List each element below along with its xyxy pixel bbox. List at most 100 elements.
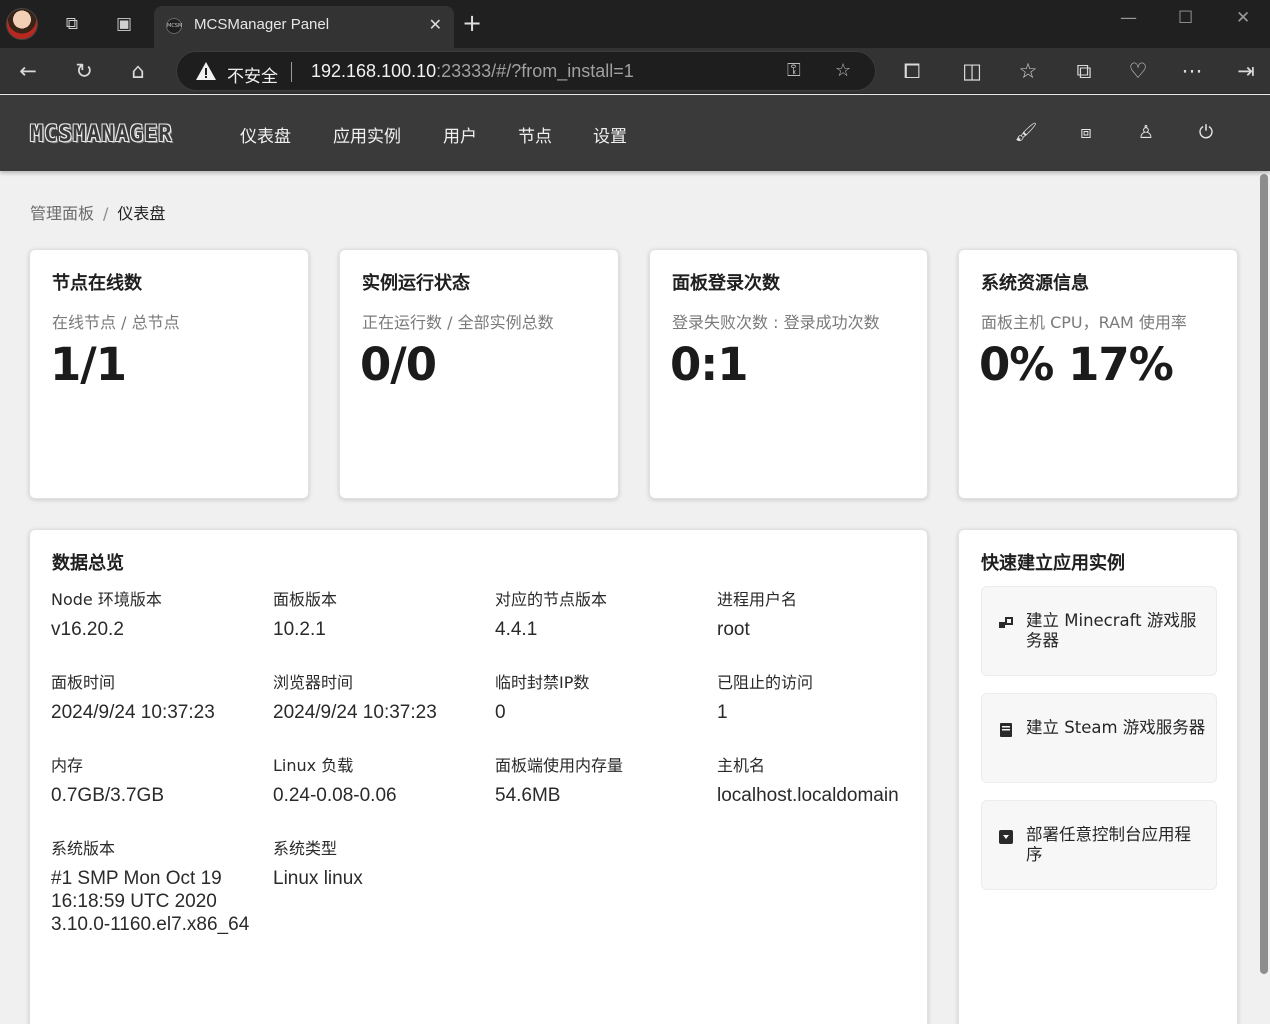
- app-header: MCSMANAGER 仪表盘 应用实例 用户 节点 设置 🖌︎ ⧈ ♙ ⏻: [0, 95, 1270, 171]
- stat-title: 面板登录次数: [672, 273, 780, 294]
- favorite-star-icon[interactable]: ☆: [835, 60, 851, 81]
- info-label: Node 环境版本: [51, 590, 162, 609]
- quick-button-label: 建立 Steam 游戏服务器: [1026, 718, 1206, 737]
- url-path: :23333/#/?from_install=1: [436, 61, 634, 81]
- breadcrumb-separator: /: [103, 204, 109, 223]
- stat-subtitle: 在线节点 / 总节点: [52, 313, 180, 332]
- minecraft-blocks-icon: [999, 617, 1013, 628]
- info-value: 2024/9/24 10:37:23: [51, 702, 215, 723]
- address-bar[interactable]: 不安全 192.168.100.10:23333/#/?from_install…: [176, 51, 876, 91]
- url-host: 192.168.100.10: [311, 61, 437, 81]
- nav-nodes[interactable]: 节点: [518, 122, 552, 147]
- workspaces-icon[interactable]: ⧉: [60, 12, 84, 36]
- nav-settings[interactable]: 设置: [593, 122, 627, 147]
- info-label: 已阻止的访问: [717, 673, 814, 692]
- info-label: 对应的节点版本: [495, 590, 608, 609]
- stat-subtitle: 正在运行数 / 全部实例总数: [362, 313, 554, 332]
- info-value: 0: [495, 702, 506, 723]
- new-tab-icon[interactable]: +: [462, 10, 482, 36]
- home-icon[interactable]: ⌂: [124, 57, 152, 85]
- stat-card-nodes: 节点在线数 在线节点 / 总节点 1/1: [29, 249, 309, 499]
- extensions-icon[interactable]: ⧠: [898, 57, 926, 85]
- stat-title: 实例运行状态: [362, 273, 470, 294]
- back-icon[interactable]: ←: [14, 57, 42, 85]
- info-label: 内存: [51, 756, 84, 775]
- stat-card-instances: 实例运行状态 正在运行数 / 全部实例总数 0/0: [339, 249, 619, 499]
- info-label: 系统版本: [51, 839, 116, 858]
- stat-value: 1/1: [50, 338, 127, 391]
- info-label: 临时封禁IP数: [495, 673, 590, 692]
- nav-users[interactable]: 用户: [443, 122, 477, 147]
- nav-dashboard[interactable]: 仪表盘: [240, 122, 291, 147]
- stat-value: 0/0: [360, 338, 437, 391]
- browser-essentials-icon[interactable]: ♡: [1124, 57, 1152, 85]
- info-value: Linux linux: [273, 868, 363, 889]
- address-divider: [291, 62, 292, 82]
- maximize-icon[interactable]: ☐: [1178, 8, 1193, 28]
- window-close-icon[interactable]: ✕: [1236, 8, 1250, 28]
- security-label[interactable]: 不安全: [227, 62, 278, 87]
- breadcrumb-root[interactable]: 管理面板: [30, 204, 94, 223]
- browser-tab-strip: ⧉ ▣ MCSM MCSManager Panel ✕ + — ☐ ✕: [0, 0, 1270, 48]
- overview-title: 数据总览: [52, 553, 124, 574]
- stat-card-resources: 系统资源信息 面板主机 CPU，RAM 使用率 0% 17%: [958, 249, 1238, 499]
- favorites-icon[interactable]: ☆: [1014, 57, 1042, 85]
- split-screen-icon[interactable]: ◫: [958, 57, 986, 85]
- tab-actions-icon[interactable]: ▣: [112, 12, 136, 36]
- minimize-icon[interactable]: —: [1120, 8, 1137, 28]
- stat-value: 0% 17%: [979, 338, 1174, 391]
- tab-title: MCSManager Panel: [194, 16, 330, 33]
- browser-toolbar: ← ↻ ⌂ 不安全 192.168.100.10:23333/#/?from_i…: [0, 48, 1270, 94]
- stat-title: 系统资源信息: [981, 273, 1089, 294]
- info-label: 面板版本: [273, 590, 338, 609]
- info-label: 面板时间: [51, 673, 116, 692]
- info-value: 1: [717, 702, 728, 723]
- page-scrollbar[interactable]: [1260, 174, 1268, 974]
- deploy-box-icon: [999, 830, 1013, 844]
- mcsmanager-logo[interactable]: MCSMANAGER: [30, 122, 172, 147]
- password-key-icon[interactable]: ⚿: [787, 60, 801, 81]
- stat-subtitle: 登录失败次数 : 登录成功次数: [672, 313, 880, 332]
- info-label: 主机名: [717, 756, 766, 775]
- layout-icon[interactable]: ⧈: [1074, 121, 1098, 145]
- stat-card-logins: 面板登录次数 登录失败次数 : 登录成功次数 0:1: [649, 249, 928, 499]
- quick-create-title: 快速建立应用实例: [981, 553, 1125, 574]
- profile-avatar[interactable]: [6, 8, 38, 40]
- stat-title: 节点在线数: [52, 273, 142, 294]
- server-icon: [1000, 723, 1012, 737]
- breadcrumb: 管理面板 / 仪表盘: [30, 200, 165, 224]
- info-value: 0.24-0.08-0.06: [273, 785, 397, 806]
- create-steam-button[interactable]: 建立 Steam 游戏服务器: [981, 693, 1217, 783]
- theme-brush-icon[interactable]: 🖌︎: [1014, 121, 1038, 145]
- breadcrumb-current: 仪表盘: [117, 204, 166, 223]
- more-menu-icon[interactable]: ⋯: [1178, 57, 1206, 85]
- info-value: #1 SMP Mon Oct 19 16:18:59 UTC 2020 3.10…: [51, 868, 250, 935]
- info-value: 54.6MB: [495, 785, 561, 806]
- logout-icon[interactable]: ⏻: [1194, 121, 1218, 145]
- info-value: 4.4.1: [495, 619, 538, 640]
- info-label: 系统类型: [273, 839, 338, 858]
- info-value: root: [717, 619, 750, 640]
- url-text[interactable]: 192.168.100.10:23333/#/?from_install=1: [311, 61, 634, 82]
- info-value: 10.2.1: [273, 619, 326, 640]
- info-label: Linux 负载: [273, 756, 354, 775]
- deploy-console-app-button[interactable]: 部署任意控制台应用程序: [981, 800, 1217, 890]
- info-label: 面板端使用内存量: [495, 756, 624, 775]
- user-icon[interactable]: ♙: [1134, 121, 1158, 145]
- info-value: localhost.localdomain: [717, 785, 899, 806]
- info-value: 0.7GB/3.7GB: [51, 785, 165, 806]
- tab-close-icon[interactable]: ✕: [429, 15, 442, 34]
- sidebar-toggle-icon[interactable]: ⇥: [1232, 57, 1260, 85]
- mcsm-favicon-icon: MCSM: [166, 18, 182, 34]
- stat-value: 0:1: [670, 338, 749, 391]
- warning-icon[interactable]: [195, 60, 217, 82]
- create-minecraft-button[interactable]: 建立 Minecraft 游戏服务器: [981, 586, 1217, 676]
- info-label: 浏览器时间: [273, 673, 354, 692]
- info-value: v16.20.2: [51, 619, 124, 640]
- info-value: 2024/9/24 10:37:23: [273, 702, 437, 723]
- refresh-icon[interactable]: ↻: [70, 57, 98, 85]
- collections-icon[interactable]: ⧉: [1070, 57, 1098, 85]
- browser-tab-active[interactable]: MCSM MCSManager Panel ✕: [154, 6, 454, 48]
- quick-button-label: 部署任意控制台应用程序: [1026, 825, 1191, 864]
- nav-instances[interactable]: 应用实例: [333, 122, 401, 147]
